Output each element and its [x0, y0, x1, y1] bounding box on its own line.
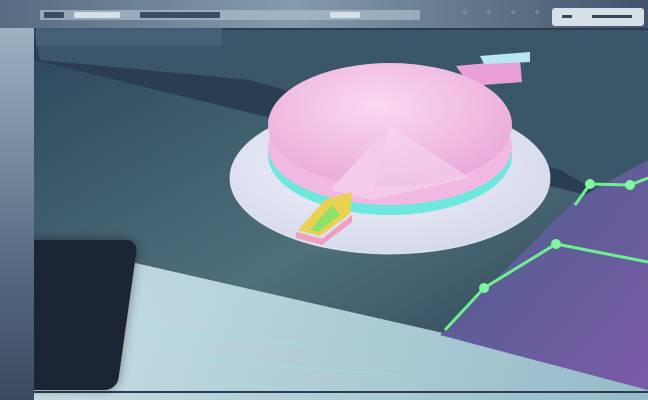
status-chip	[552, 8, 644, 26]
toolbar-button[interactable]	[74, 12, 120, 18]
toolbar-button[interactable]	[140, 12, 220, 18]
toolbar-button[interactable]	[44, 12, 64, 18]
top-toolbar: ◦ ◦ ◦ ◦ ◦ ◦	[0, 0, 648, 28]
graph-point	[625, 180, 635, 190]
toolbar-button[interactable]	[330, 12, 360, 18]
graph-point	[479, 283, 489, 293]
left-sidebar	[0, 28, 34, 400]
graph-point	[551, 239, 561, 249]
3d-pie-chart-scene: ◦ ◦ ◦ ◦ ◦ ◦	[0, 0, 648, 400]
sub-toolbar	[36, 28, 222, 46]
graph-point	[585, 179, 595, 189]
